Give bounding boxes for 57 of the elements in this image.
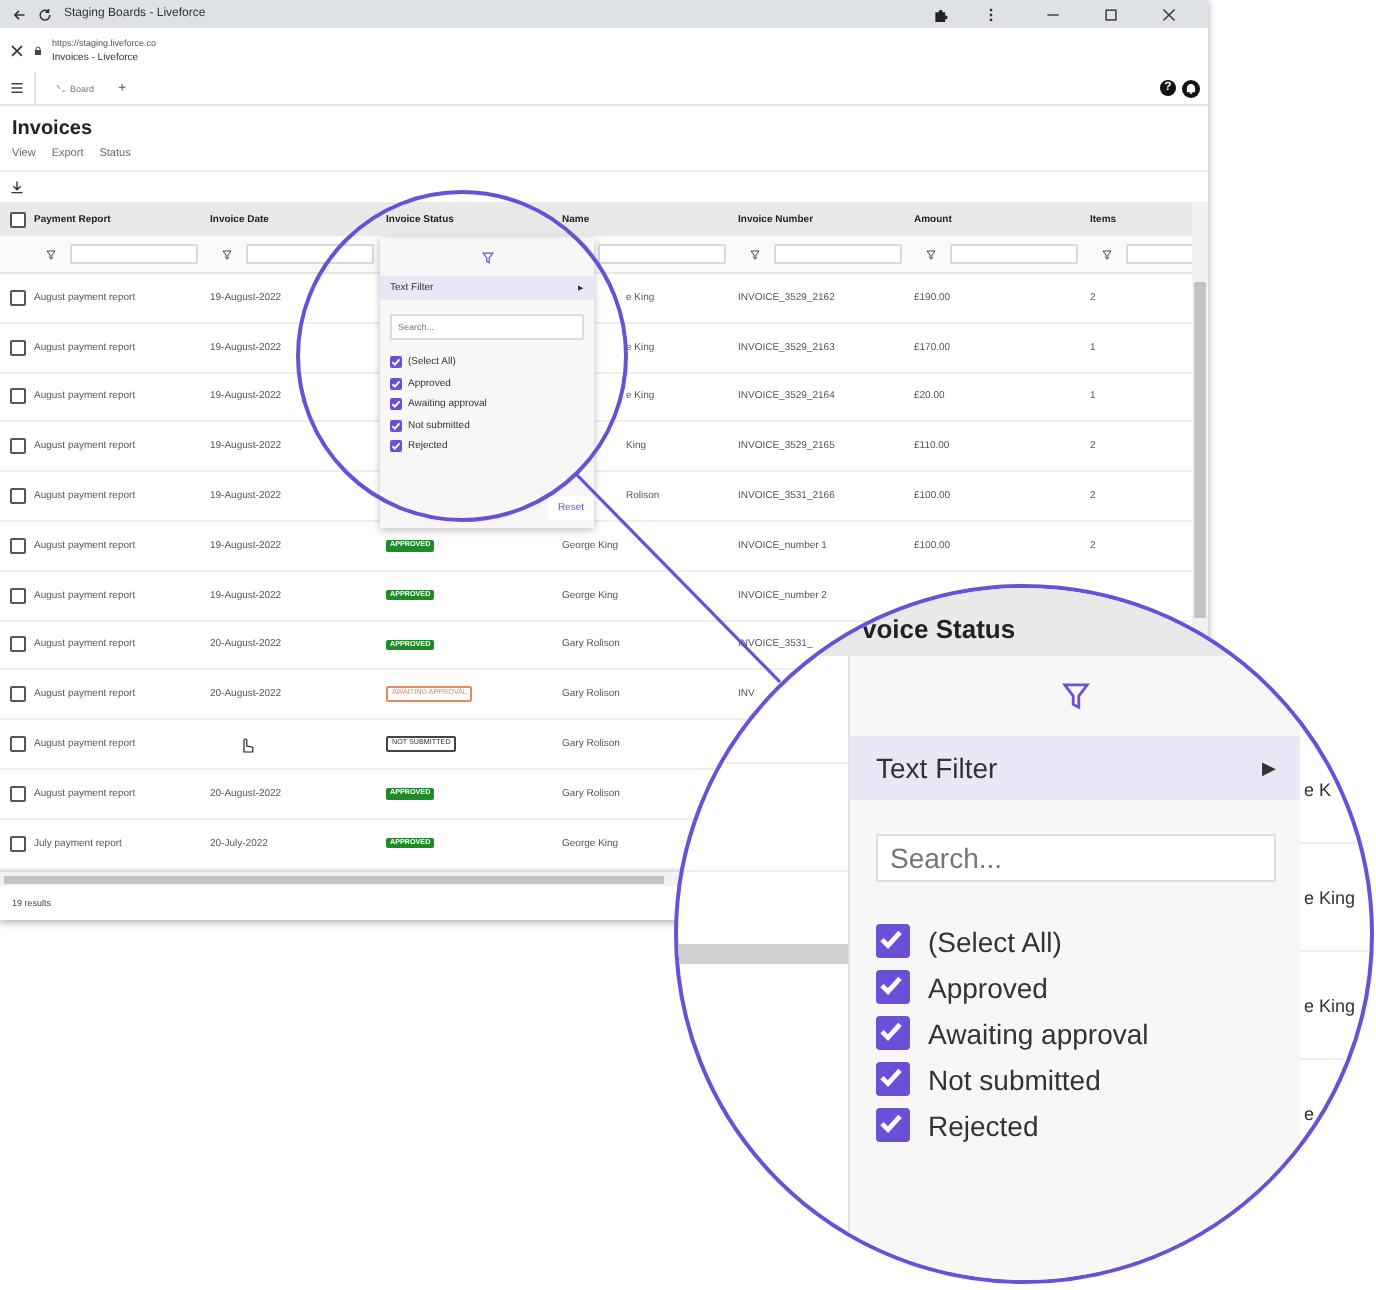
lock-icon [34,45,42,55]
table-cell: e King [1304,995,1356,1015]
back-arrow-icon[interactable] [12,7,26,21]
table-cell: e King [1304,887,1356,907]
filter-icon[interactable] [926,249,936,259]
table-cell: e [1304,1103,1315,1123]
scrollbar-thumb[interactable] [4,875,664,883]
option-label: Rejected [928,1109,1039,1141]
download-icon[interactable] [10,180,24,194]
kebab-menu-icon[interactable] [988,7,994,21]
scrollbar-thumb[interactable] [678,944,848,964]
maximize-icon[interactable] [1104,7,1118,21]
checkbox[interactable] [876,970,910,1004]
checkbox[interactable] [9,785,25,802]
bell-icon[interactable] [1182,79,1200,97]
checkbox[interactable] [9,488,25,505]
option-label: (Select All) [928,925,1062,957]
checkbox[interactable] [876,1062,910,1096]
close-icon[interactable] [1162,7,1176,21]
checkbox[interactable] [9,686,25,703]
board-icon [56,83,66,93]
page-heading: Invoices [12,118,95,140]
checkbox[interactable] [9,339,25,356]
option-label: Approved [928,971,1048,1003]
checkbox[interactable] [9,736,25,753]
filter-field[interactable] [774,244,902,264]
column-header: voice Status [862,614,1016,644]
filter-icon[interactable] [481,251,493,263]
scrollbar-thumb[interactable] [1194,282,1206,618]
filter-icon[interactable] [222,249,232,259]
checkbox[interactable] [9,835,25,852]
checkbox[interactable] [9,587,25,604]
filter-icon[interactable] [1102,249,1112,259]
checkbox[interactable] [9,537,25,554]
filter-field[interactable] [950,244,1078,264]
option-label: Not submitted [928,1063,1101,1095]
checkbox[interactable] [9,211,25,227]
filter-field[interactable] [598,244,726,264]
checkbox[interactable] [9,289,25,306]
puzzle-icon[interactable] [934,7,948,21]
reload-icon[interactable] [38,7,52,21]
search-field[interactable]: Search... [876,834,1276,882]
checkbox[interactable] [876,1108,910,1142]
filter-icon[interactable] [46,249,56,259]
option-label: Awaiting approval [928,1017,1149,1049]
filter-field[interactable] [246,244,374,264]
checkbox[interactable] [876,924,910,958]
menu-icon[interactable] [10,82,24,94]
checkbox[interactable] [876,1016,910,1050]
checkbox[interactable] [9,388,25,405]
checkbox[interactable] [9,438,25,455]
filter-field[interactable] [70,244,198,264]
checkbox[interactable] [9,636,25,653]
table-cell: e K [1304,779,1332,799]
filter-icon[interactable] [750,249,760,259]
close-icon[interactable] [10,43,24,57]
filter-icon [1061,682,1089,710]
